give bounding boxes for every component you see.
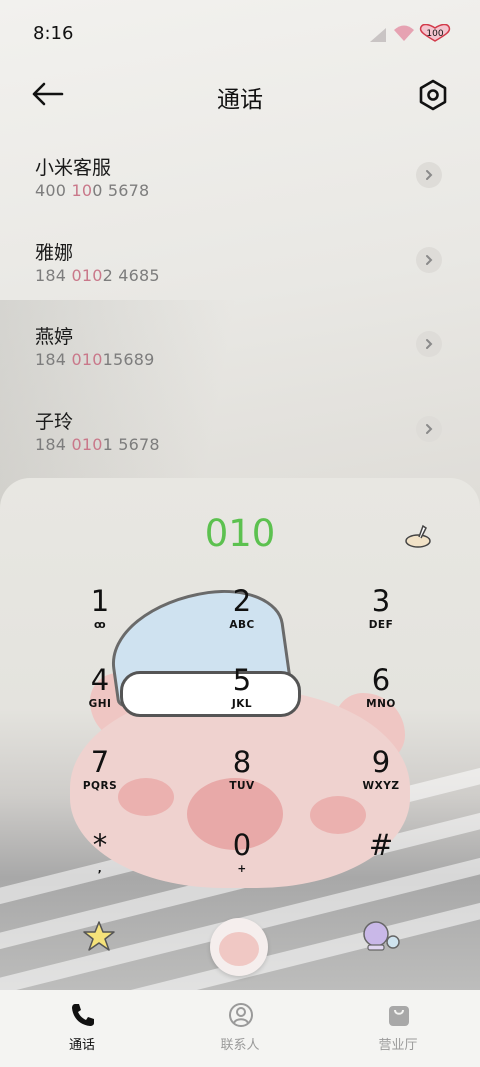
contact-number: 184 0102 4685 xyxy=(35,266,160,285)
page-title: 通话 xyxy=(217,87,263,113)
dial-key-2[interactable]: 2 ABC xyxy=(192,584,292,654)
dial-key-7[interactable]: 7 PQRS xyxy=(50,745,150,815)
chevron-right-icon xyxy=(426,424,433,434)
nav-tab-calls[interactable]: 通话 xyxy=(22,990,142,1067)
contact-row[interactable]: 雅娜 184 0102 4685 xyxy=(0,220,480,305)
contact-number: 184 01015689 xyxy=(35,350,155,369)
dial-key-3[interactable]: 3 DEF xyxy=(331,584,431,654)
dial-key-6[interactable]: 6 MNO xyxy=(331,663,431,733)
contact-name: 子玲 xyxy=(35,411,74,433)
dial-key-hash[interactable]: # xyxy=(331,828,431,898)
cell-signal-icon xyxy=(370,28,386,42)
contact-number: 400 100 5678 xyxy=(35,181,150,200)
contact-row[interactable]: 小米客服 400 100 5678 xyxy=(0,135,480,220)
dial-key-4[interactable]: 4 GHI xyxy=(50,663,150,733)
phone-icon xyxy=(72,1004,94,1026)
contact-name: 燕婷 xyxy=(35,326,74,348)
contact-row[interactable]: 燕婷 184 01015689 xyxy=(0,304,480,389)
nav-label: 营业厅 xyxy=(378,1038,418,1053)
contact-row[interactable]: 子玲 184 0101 5678 xyxy=(0,389,480,474)
wifi-icon xyxy=(394,25,414,41)
contact-detail-button[interactable] xyxy=(416,162,442,188)
contact-detail-button[interactable] xyxy=(416,247,442,273)
dial-key-1[interactable]: 1ꝏ xyxy=(50,584,150,654)
star-icon[interactable] xyxy=(82,920,116,952)
dial-key-5[interactable]: 5 JKL xyxy=(192,663,292,733)
contact-name: 小米客服 xyxy=(35,157,112,179)
battery-level: 100 xyxy=(426,29,443,39)
status-bar: 8:16 100 xyxy=(0,0,480,66)
settings-button[interactable] xyxy=(416,78,450,112)
nav-tab-contacts[interactable]: 联系人 xyxy=(180,990,300,1067)
dial-key-0[interactable]: 0 + xyxy=(192,828,292,898)
dial-key-8[interactable]: 8 TUV xyxy=(192,745,292,815)
add-contact-icon[interactable] xyxy=(403,523,433,549)
contact-number: 184 0101 5678 xyxy=(35,435,160,454)
chevron-right-icon xyxy=(426,255,433,265)
nav-label: 联系人 xyxy=(220,1038,260,1053)
nav-tab-store[interactable]: 营业厅 xyxy=(338,990,458,1067)
bottom-navigation: 通话 联系人 营业厅 xyxy=(0,990,480,1067)
store-bag-icon xyxy=(389,1006,409,1026)
contact-detail-button[interactable] xyxy=(416,331,442,357)
nav-label: 通话 xyxy=(68,1038,95,1053)
dial-key-star[interactable]: *, xyxy=(50,828,150,898)
battery-icon: 100 xyxy=(419,24,451,42)
pig-face-icon xyxy=(219,932,259,966)
status-time: 8:16 xyxy=(33,23,74,44)
contacts-icon xyxy=(229,1003,253,1027)
contact-detail-button[interactable] xyxy=(416,416,442,442)
dial-key-9[interactable]: 9 WXYZ xyxy=(331,745,431,815)
crystal-ball-icon[interactable] xyxy=(360,920,402,952)
chevron-right-icon xyxy=(426,170,433,180)
call-button[interactable] xyxy=(210,918,268,976)
chevron-right-icon xyxy=(426,339,433,349)
contact-name: 雅娜 xyxy=(35,242,74,264)
